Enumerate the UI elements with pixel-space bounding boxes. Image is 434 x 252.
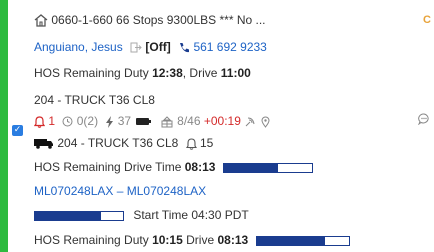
hos-drive-time-value: 08:13 [184, 160, 216, 174]
location-pin-icon [261, 116, 270, 128]
time-count: 0(2) [76, 114, 99, 128]
truck-status-label: 204 - TRUCK T36 CL8 [57, 136, 179, 150]
alert-count: 1 [48, 114, 56, 128]
stops-icon [161, 116, 173, 128]
bell-outline-icon [185, 138, 197, 150]
hos-drive-label: , Drive [182, 66, 218, 80]
phone-icon [180, 42, 190, 52]
hos-footer-duty-label: HOS Remaining Duty [34, 233, 149, 247]
charge-count: 37 [117, 114, 132, 128]
hos-drive-value: 11:00 [220, 66, 251, 80]
clock-icon [62, 116, 73, 127]
hos-footer-duty-value: 10:15 [152, 233, 183, 247]
truck-row: 204 - TRUCK T36 CL8 [34, 93, 155, 107]
stats-row: 1 0(2) 37 8/46 +00:19 [34, 114, 270, 128]
trip-title: 0660-1-660 66 Stops 9300LBS *** No ... [51, 13, 266, 27]
row-select-checkbox[interactable]: ✓ [12, 125, 23, 136]
hos-duty-value: 12:38 [152, 66, 183, 80]
truck-label: 204 - TRUCK T36 CL8 [34, 93, 155, 107]
bell-icon [34, 116, 45, 128]
hos-drive-progress [222, 162, 313, 173]
start-progress [34, 210, 124, 221]
bolt-icon [106, 115, 114, 128]
driver-status: [Off] [145, 40, 171, 54]
driver-phone[interactable]: 561 692 9233 [193, 40, 266, 54]
driver-name[interactable]: Anguiano, Jesus [34, 40, 123, 54]
satellite-icon [245, 117, 255, 127]
start-time-label: Start Time 04:30 PDT [133, 208, 249, 222]
hos-footer-progress [255, 235, 350, 246]
start-time-row: Start Time 04:30 PDT [34, 208, 249, 222]
logout-icon [130, 42, 142, 53]
hos-footer-row: HOS Remaining Duty 10:15 Drive 08:13 [34, 233, 350, 247]
chat-icon[interactable] [418, 113, 430, 125]
hos-drive-row: HOS Remaining Drive Time 08:13 [34, 160, 313, 174]
route-link[interactable]: ML070248LAX – ML070248LAX [34, 184, 206, 198]
truck-icon [34, 139, 53, 150]
trip-flag: C [423, 14, 431, 26]
trip-title-row[interactable]: 0660-1-660 66 Stops 9300LBS *** No ... [34, 13, 266, 27]
driver-row: Anguiano, Jesus [Off] 561 692 9233 [34, 40, 267, 54]
status-stripe [0, 0, 8, 252]
hos-summary-row: HOS Remaining Duty 12:38, Drive 11:00 [34, 66, 251, 80]
truck-alert-count: 15 [199, 136, 214, 150]
time-offset: +00:19 [203, 114, 241, 128]
hos-footer-drive-label: Drive [186, 233, 215, 247]
hos-drive-time-label: HOS Remaining Drive Time [34, 160, 182, 174]
hos-footer-drive-value: 08:13 [217, 233, 249, 247]
stops-count: 8/46 [177, 114, 201, 128]
route-row: ML070248LAX – ML070248LAX [34, 184, 206, 198]
hos-duty-label: HOS Remaining Duty [34, 66, 149, 80]
battery-icon [136, 118, 152, 126]
truck-status-row: 204 - TRUCK T36 CL8 15 [34, 136, 213, 150]
home-icon [34, 14, 48, 27]
